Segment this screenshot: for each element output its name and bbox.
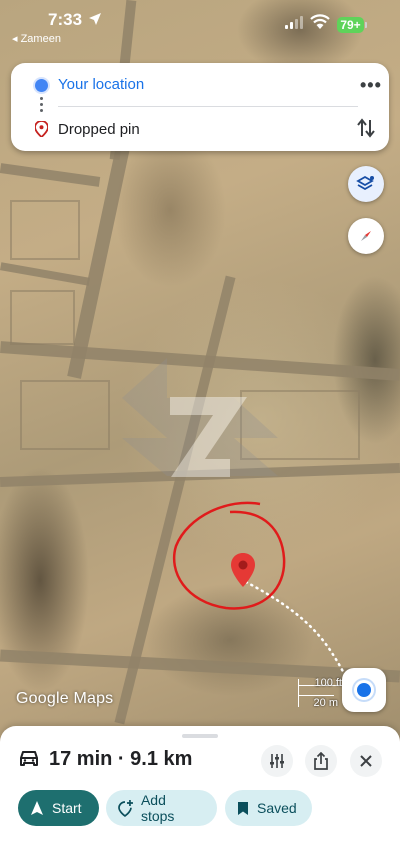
compass-button[interactable] [348,218,384,254]
my-location-icon [357,683,371,697]
back-to-app-link[interactable]: ◂ Zameen [12,32,61,45]
battery-icon: 79+ [337,17,364,33]
close-button[interactable] [350,745,382,777]
add-stops-label: Add stops [140,792,175,824]
location-arrow-icon [89,13,101,25]
more-icon[interactable]: ••• [360,75,382,96]
close-icon [360,755,372,767]
layers-icon [356,175,374,191]
sheet-drag-handle[interactable] [182,734,218,738]
route-connector [40,97,43,115]
route-summary: 17 min · 9.1 km [49,748,193,770]
google-maps-logo: Google Maps [16,690,114,707]
directions-sheet: 17 min · 9.1 km Start Add stops Saved [0,726,400,866]
start-label: Start [52,800,82,816]
route-card: Your location Dropped pin ••• [11,63,389,151]
route-options-button[interactable] [261,745,293,777]
options-icon [270,754,284,768]
navigation-icon [31,801,43,815]
start-button[interactable]: Start [18,790,99,826]
status-bar: 7:33 ◂ Zameen 79+ [0,0,400,48]
wifi-icon [310,14,330,29]
car-icon [20,751,38,766]
scale-imperial: 100 ft [314,677,342,689]
map-scale: 100 ft 20 m [282,677,342,709]
origin-dot-icon [35,79,48,92]
scale-metric: 20 m [313,697,338,709]
dropped-pin-marker[interactable] [231,553,255,587]
saved-button[interactable]: Saved [225,790,312,826]
share-icon [314,752,328,770]
signal-icon [285,16,303,29]
saved-label: Saved [257,800,297,816]
share-button[interactable] [305,745,337,777]
status-time: 7:33 [48,10,83,29]
pin-icon [35,121,48,137]
layers-button[interactable] [348,166,384,202]
swap-icon[interactable] [357,118,375,138]
divider [58,106,358,107]
red-circle-annotation [172,501,286,610]
add-stops-button[interactable]: Add stops [106,790,217,826]
battery-tip [365,22,367,28]
add-stop-icon [118,799,133,817]
my-location-button[interactable] [342,668,386,712]
compass-icon [361,231,371,241]
destination-field[interactable]: Dropped pin [58,121,140,138]
origin-field[interactable]: Your location [58,76,144,93]
bookmark-icon [238,801,248,815]
